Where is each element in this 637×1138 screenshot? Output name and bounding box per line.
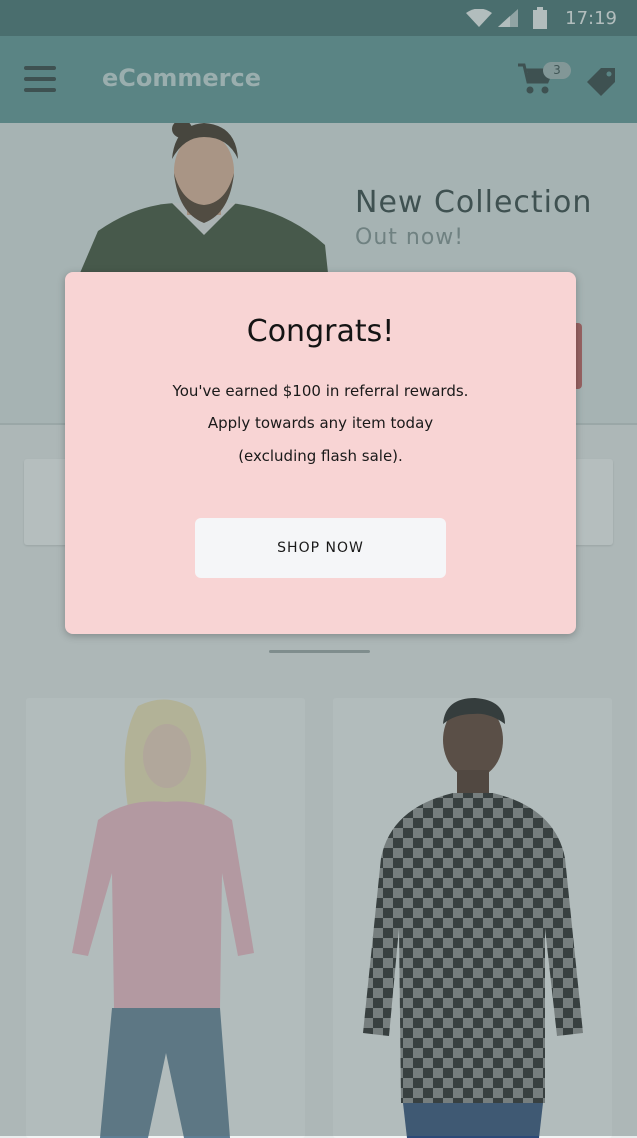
dialog-message-line-3: (excluding flash sale). [238, 447, 403, 465]
dialog-title: Congrats! [246, 314, 395, 349]
referral-rewards-dialog: Congrats! You've earned $100 in referral… [65, 272, 576, 634]
dialog-message-line-2: Apply towards any item today [207, 414, 434, 432]
dialog-message-line-1: You've earned $100 in referral rewards. [172, 382, 469, 400]
shop-now-button[interactable]: SHOP NOW [195, 518, 446, 578]
